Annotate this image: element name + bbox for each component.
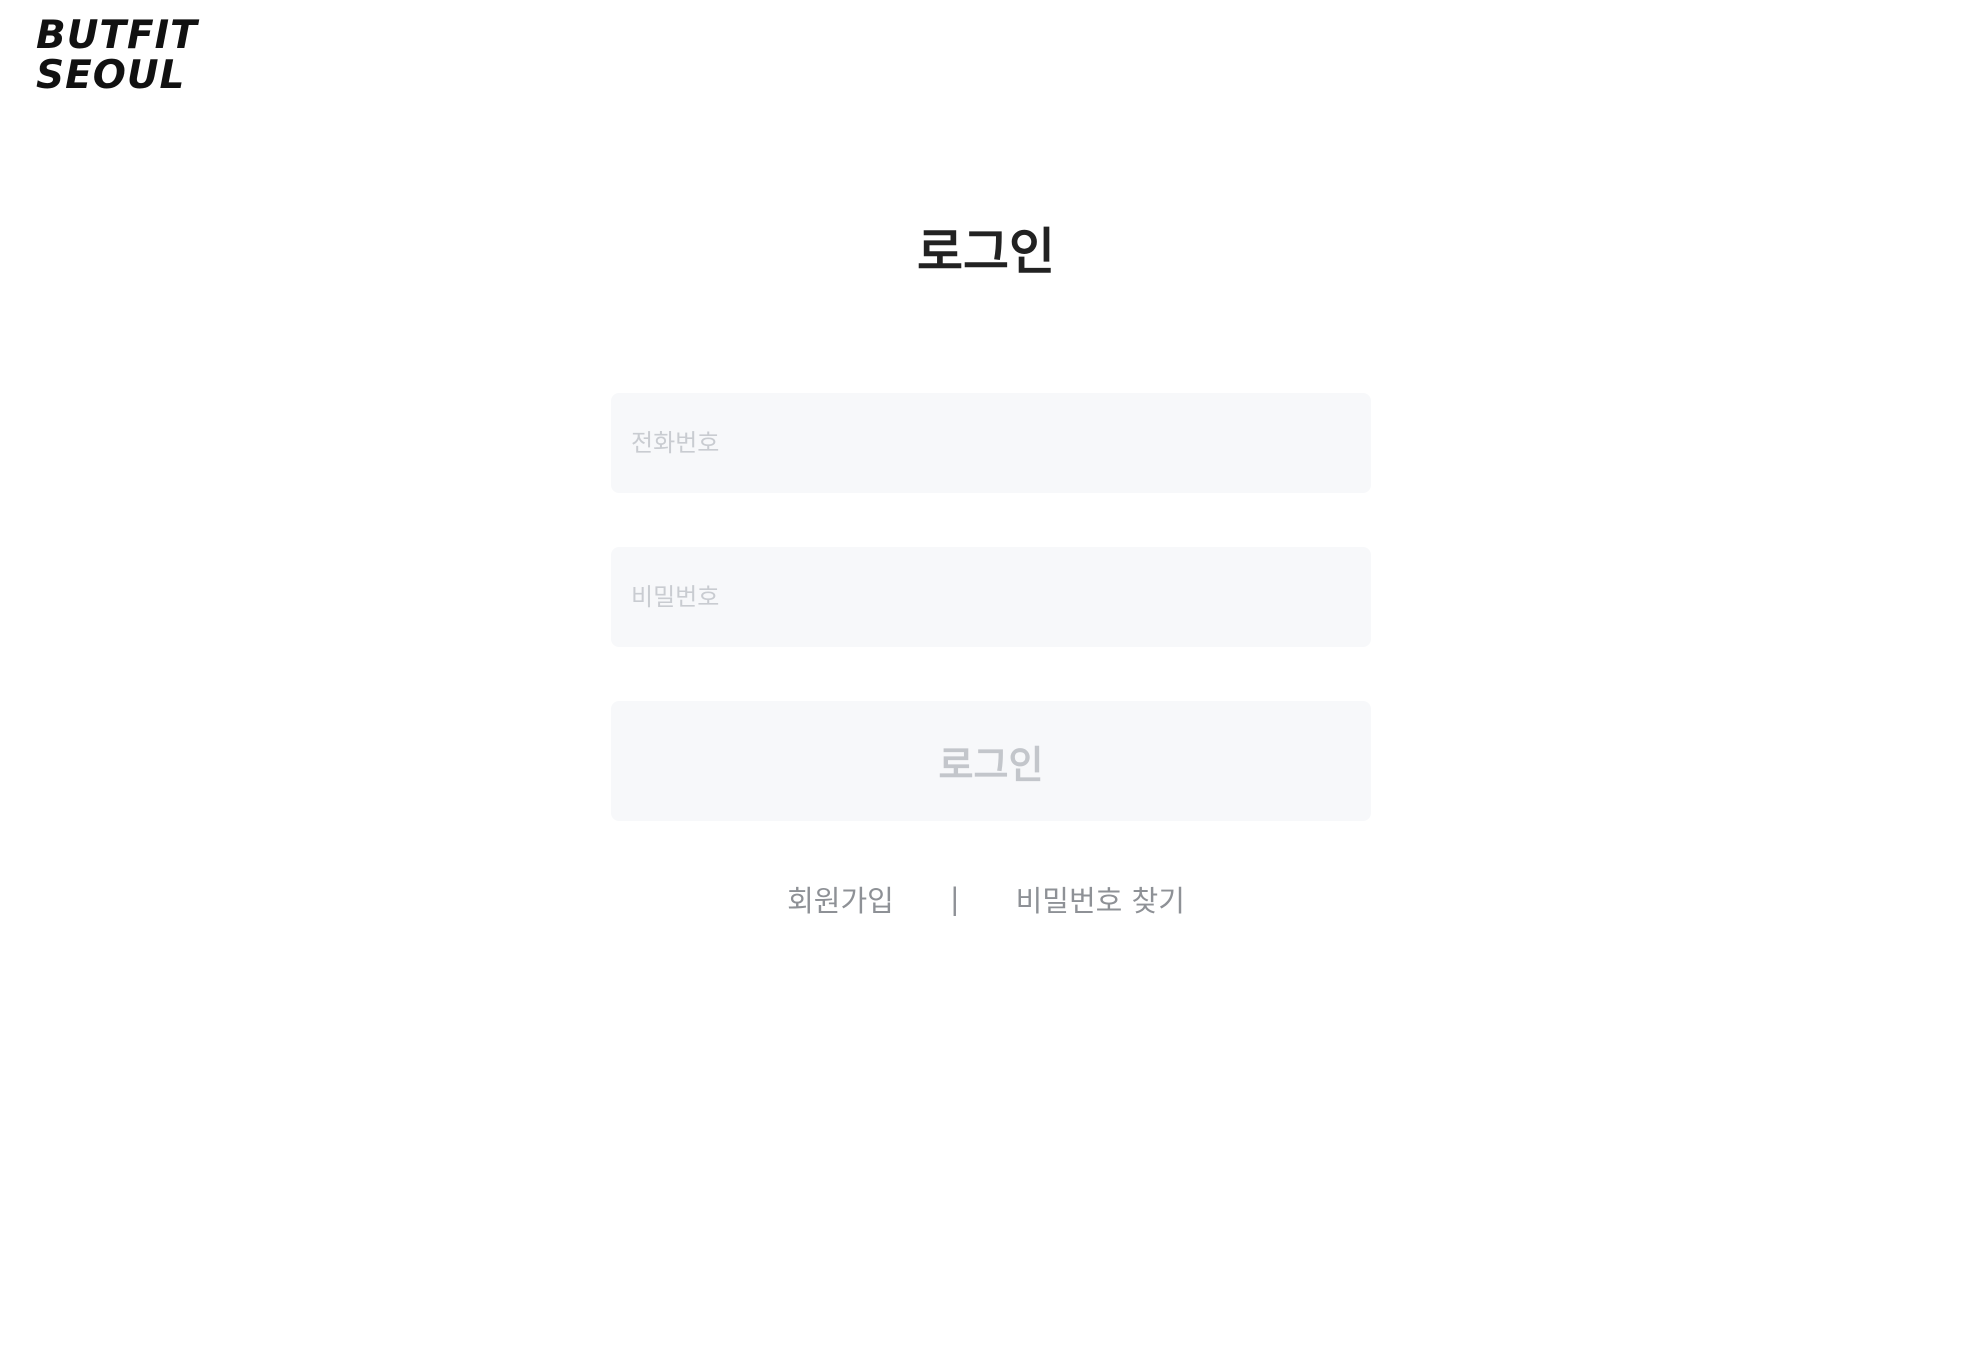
account-links: 회원가입 | 비밀번호 찾기 — [0, 876, 1972, 922]
find-password-link[interactable]: 비밀번호 찾기 — [1016, 878, 1185, 920]
password-input[interactable] — [611, 547, 1371, 647]
login-page: BUTFIT SEOUL 로그인 로그인 회원가입 | 비밀번호 찾기 — [0, 0, 1972, 1358]
signup-link[interactable]: 회원가입 — [787, 878, 894, 920]
logo-line-butfit: BUTFIT — [36, 13, 198, 58]
link-divider: | — [949, 882, 960, 916]
login-button[interactable]: 로그인 — [611, 701, 1371, 821]
butfit-seoul-logo[interactable]: BUTFIT SEOUL — [36, 13, 198, 100]
page-title: 로그인 — [917, 223, 1055, 281]
logo-line-seoul: SEOUL — [36, 53, 186, 98]
phone-number-input[interactable] — [611, 393, 1371, 493]
